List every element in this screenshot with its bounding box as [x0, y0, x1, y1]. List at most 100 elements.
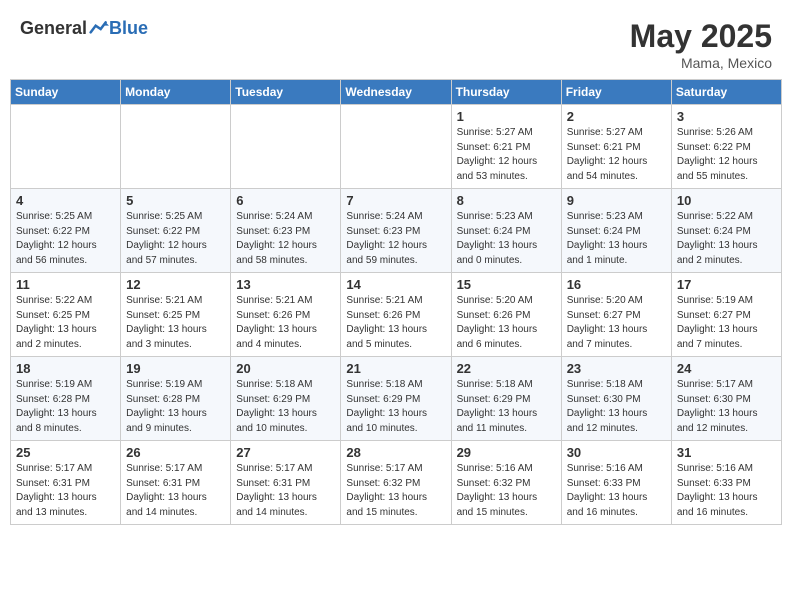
day-number: 11: [16, 277, 115, 292]
day-info: Sunrise: 5:17 AM Sunset: 6:30 PM Dayligh…: [677, 378, 776, 436]
calendar-day-cell: [11, 105, 121, 189]
calendar-header-row: SundayMondayTuesdayWednesdayThursdayFrid…: [11, 80, 782, 105]
calendar-day-cell: 19Sunrise: 5:19 AM Sunset: 6:28 PM Dayli…: [121, 357, 231, 441]
day-number: 3: [677, 109, 776, 124]
calendar-day-cell: 29 Sunrise: 5:16 AM Sunset: 6:32 PM Dayli…: [451, 441, 561, 525]
calendar-table: SundayMondayTuesdayWednesdayThursdayFrid…: [10, 79, 782, 525]
calendar-day-cell: 28 Sunrise: 5:17 AM Sunset: 6:32 PM Dayli…: [341, 441, 451, 525]
day-number: 23: [567, 361, 666, 376]
day-number: 18: [16, 361, 115, 376]
calendar-day-cell: 7 Sunrise: 5:24 AM Sunset: 6:23 PM Daylig…: [341, 189, 451, 273]
calendar-day-cell: [341, 105, 451, 189]
day-number: 27: [236, 445, 335, 460]
calendar-day-cell: 22 Sunrise: 5:18 AM Sunset: 6:29 PM Dayli…: [451, 357, 561, 441]
day-info: Sunrise: 5:25 AM Sunset: 6:22 PM Dayligh…: [126, 210, 225, 268]
calendar-col-header: Saturday: [671, 80, 781, 105]
calendar-day-cell: 21Sunrise: 5:18 AM Sunset: 6:29 PM Dayli…: [341, 357, 451, 441]
calendar-day-cell: 18 Sunrise: 5:19 AM Sunset: 6:28 PM Dayli…: [11, 357, 121, 441]
calendar-day-cell: 10 Sunrise: 5:22 AM Sunset: 6:24 PM Dayli…: [671, 189, 781, 273]
day-number: 7: [346, 193, 445, 208]
calendar-week-row: 11 Sunrise: 5:22 AM Sunset: 6:25 PM Dayli…: [11, 273, 782, 357]
day-info: Sunrise: 5:20 AM Sunset: 6:27 PM Dayligh…: [567, 294, 666, 352]
month-year: May 2025: [630, 18, 772, 55]
day-info: Sunrise: 5:24 AM Sunset: 6:23 PM Dayligh…: [346, 210, 445, 268]
day-number: 10: [677, 193, 776, 208]
day-info: Sunrise: 5:27 AM Sunset: 6:21 PM Dayligh…: [457, 126, 556, 184]
day-info: Sunrise: 5:18 AM Sunset: 6:30 PM Dayligh…: [567, 378, 666, 436]
day-info: Sunrise: 5:18 AM Sunset: 6:29 PM Dayligh…: [457, 378, 556, 436]
calendar-col-header: Tuesday: [231, 80, 341, 105]
day-info: Sunrise: 5:19 AM Sunset: 6:27 PM Dayligh…: [677, 294, 776, 352]
calendar-day-cell: 1 Sunrise: 5:27 AM Sunset: 6:21 PM Daylig…: [451, 105, 561, 189]
calendar-col-header: Sunday: [11, 80, 121, 105]
day-info: Sunrise: 5:19 AM Sunset: 6:28 PM Dayligh…: [16, 378, 115, 436]
calendar-day-cell: 16 Sunrise: 5:20 AM Sunset: 6:27 PM Dayli…: [561, 273, 671, 357]
day-info: Sunrise: 5:23 AM Sunset: 6:24 PM Dayligh…: [457, 210, 556, 268]
calendar-day-cell: 24Sunrise: 5:17 AM Sunset: 6:30 PM Dayli…: [671, 357, 781, 441]
day-info: Sunrise: 5:17 AM Sunset: 6:31 PM Dayligh…: [16, 462, 115, 520]
calendar-week-row: 18 Sunrise: 5:19 AM Sunset: 6:28 PM Dayli…: [11, 357, 782, 441]
day-number: 5: [126, 193, 225, 208]
day-info: Sunrise: 5:17 AM Sunset: 6:31 PM Dayligh…: [126, 462, 225, 520]
day-number: 15: [457, 277, 556, 292]
page-header: General Blue May 2025 Mama, Mexico: [10, 10, 782, 71]
day-number: 2: [567, 109, 666, 124]
calendar-col-header: Thursday: [451, 80, 561, 105]
day-number: 1: [457, 109, 556, 124]
day-number: 26: [126, 445, 225, 460]
day-number: 21: [346, 361, 445, 376]
logo: General Blue: [20, 18, 148, 39]
calendar-day-cell: 11 Sunrise: 5:22 AM Sunset: 6:25 PM Dayli…: [11, 273, 121, 357]
day-info: Sunrise: 5:26 AM Sunset: 6:22 PM Dayligh…: [677, 126, 776, 184]
calendar-day-cell: 13 Sunrise: 5:21 AM Sunset: 6:26 PM Dayli…: [231, 273, 341, 357]
day-info: Sunrise: 5:16 AM Sunset: 6:33 PM Dayligh…: [677, 462, 776, 520]
calendar-day-cell: 5 Sunrise: 5:25 AM Sunset: 6:22 PM Daylig…: [121, 189, 231, 273]
logo-icon: [89, 19, 109, 39]
day-info: Sunrise: 5:21 AM Sunset: 6:26 PM Dayligh…: [346, 294, 445, 352]
calendar-day-cell: 9 Sunrise: 5:23 AM Sunset: 6:24 PM Daylig…: [561, 189, 671, 273]
day-number: 31: [677, 445, 776, 460]
day-number: 29: [457, 445, 556, 460]
calendar-week-row: 1 Sunrise: 5:27 AM Sunset: 6:21 PM Daylig…: [11, 105, 782, 189]
calendar-day-cell: 23 Sunrise: 5:18 AM Sunset: 6:30 PM Dayli…: [561, 357, 671, 441]
calendar-day-cell: 31 Sunrise: 5:16 AM Sunset: 6:33 PM Dayli…: [671, 441, 781, 525]
day-number: 14: [346, 277, 445, 292]
day-number: 4: [16, 193, 115, 208]
day-number: 17: [677, 277, 776, 292]
day-info: Sunrise: 5:16 AM Sunset: 6:32 PM Dayligh…: [457, 462, 556, 520]
calendar-col-header: Monday: [121, 80, 231, 105]
day-number: 6: [236, 193, 335, 208]
calendar-col-header: Wednesday: [341, 80, 451, 105]
day-number: 8: [457, 193, 556, 208]
calendar-day-cell: [231, 105, 341, 189]
calendar-day-cell: 14 Sunrise: 5:21 AM Sunset: 6:26 PM Dayli…: [341, 273, 451, 357]
day-info: Sunrise: 5:24 AM Sunset: 6:23 PM Dayligh…: [236, 210, 335, 268]
title-block: May 2025 Mama, Mexico: [630, 18, 772, 71]
logo-text-blue: Blue: [109, 18, 148, 39]
day-number: 28: [346, 445, 445, 460]
day-info: Sunrise: 5:22 AM Sunset: 6:25 PM Dayligh…: [16, 294, 115, 352]
calendar-col-header: Friday: [561, 80, 671, 105]
day-info: Sunrise: 5:19 AM Sunset: 6:28 PM Dayligh…: [126, 378, 225, 436]
calendar-day-cell: 27 Sunrise: 5:17 AM Sunset: 6:31 PM Dayli…: [231, 441, 341, 525]
day-info: Sunrise: 5:25 AM Sunset: 6:22 PM Dayligh…: [16, 210, 115, 268]
day-info: Sunrise: 5:20 AM Sunset: 6:26 PM Dayligh…: [457, 294, 556, 352]
calendar-day-cell: 26 Sunrise: 5:17 AM Sunset: 6:31 PM Dayli…: [121, 441, 231, 525]
calendar-day-cell: 3 Sunrise: 5:26 AM Sunset: 6:22 PM Daylig…: [671, 105, 781, 189]
day-number: 13: [236, 277, 335, 292]
day-number: 9: [567, 193, 666, 208]
day-info: Sunrise: 5:23 AM Sunset: 6:24 PM Dayligh…: [567, 210, 666, 268]
location: Mama, Mexico: [630, 55, 772, 71]
day-number: 20: [236, 361, 335, 376]
calendar-day-cell: 17 Sunrise: 5:19 AM Sunset: 6:27 PM Dayli…: [671, 273, 781, 357]
calendar-day-cell: 4 Sunrise: 5:25 AM Sunset: 6:22 PM Daylig…: [11, 189, 121, 273]
calendar-day-cell: 30Sunrise: 5:16 AM Sunset: 6:33 PM Dayli…: [561, 441, 671, 525]
day-info: Sunrise: 5:22 AM Sunset: 6:24 PM Dayligh…: [677, 210, 776, 268]
day-info: Sunrise: 5:21 AM Sunset: 6:26 PM Dayligh…: [236, 294, 335, 352]
calendar-day-cell: 12Sunrise: 5:21 AM Sunset: 6:25 PM Dayli…: [121, 273, 231, 357]
day-number: 22: [457, 361, 556, 376]
calendar-day-cell: 15 Sunrise: 5:20 AM Sunset: 6:26 PM Dayli…: [451, 273, 561, 357]
day-info: Sunrise: 5:17 AM Sunset: 6:31 PM Dayligh…: [236, 462, 335, 520]
day-number: 16: [567, 277, 666, 292]
day-info: Sunrise: 5:17 AM Sunset: 6:32 PM Dayligh…: [346, 462, 445, 520]
